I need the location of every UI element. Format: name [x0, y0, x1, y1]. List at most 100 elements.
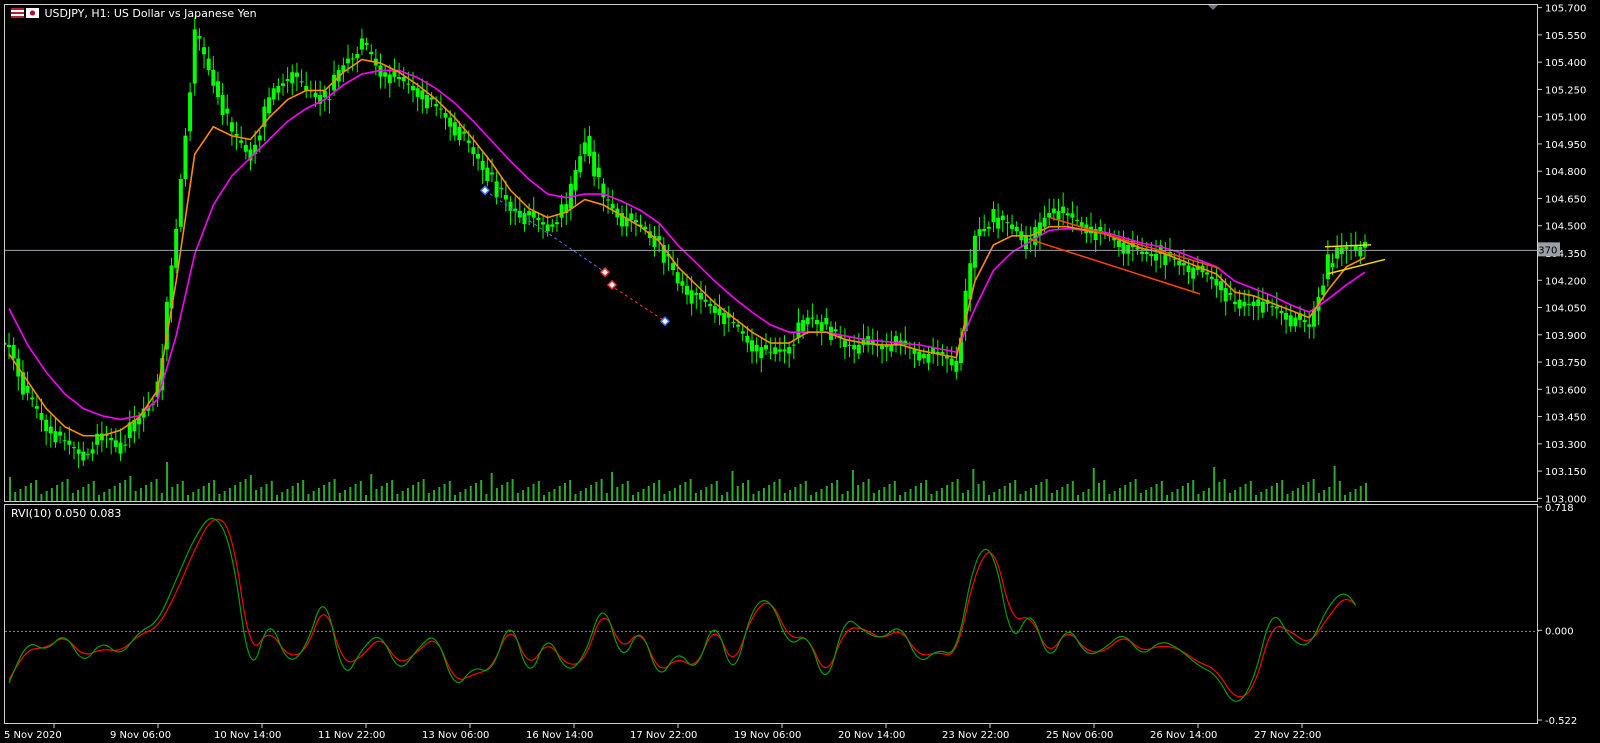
candle-body — [44, 419, 49, 432]
volume-bar — [956, 479, 959, 501]
candle-body — [833, 329, 838, 332]
volume-bar — [1040, 482, 1043, 501]
rvi-pane[interactable]: RVI(10) 0.050 0.083 — [4, 504, 1539, 725]
volume-bar — [150, 482, 153, 501]
volume-bar — [14, 492, 17, 501]
rvi-chart[interactable] — [5, 505, 1539, 725]
candle-body — [211, 69, 216, 86]
volume-bar — [689, 479, 692, 501]
volume-bar — [1029, 488, 1032, 501]
rvi-signal-line — [8, 518, 1357, 698]
candle-body — [689, 290, 694, 304]
volume-bar — [1312, 479, 1315, 501]
candle-body — [1293, 317, 1298, 327]
candle-body — [285, 79, 290, 81]
volume-bar — [448, 481, 451, 501]
candle-body — [1325, 254, 1330, 279]
candle-body — [573, 170, 578, 191]
volume-bar — [359, 481, 362, 501]
volume-bar — [574, 494, 577, 501]
candle-body — [489, 172, 494, 175]
candle-body — [703, 299, 708, 302]
volume-bar — [1113, 491, 1116, 501]
candle-body — [847, 344, 852, 346]
volume-bar — [611, 472, 614, 501]
candle-body — [90, 449, 95, 454]
volume-bar — [454, 495, 457, 501]
volume-bar — [333, 479, 336, 501]
volume-bar — [522, 490, 525, 501]
candle-body — [494, 181, 499, 197]
volume-bar — [1035, 485, 1038, 501]
candle-body — [996, 217, 1001, 229]
candle-body — [1279, 310, 1284, 314]
volume-bar — [668, 491, 671, 501]
candle-body — [787, 347, 792, 354]
candle-body — [1344, 247, 1349, 250]
candle-body — [1163, 254, 1168, 265]
candle-body — [1061, 206, 1066, 214]
volume-bar — [192, 492, 195, 501]
time-tick-label: 26 Nov 14:00 — [1150, 730, 1217, 741]
candle-body — [1177, 260, 1182, 266]
candle-body — [276, 85, 281, 93]
volume-bar — [1134, 479, 1137, 501]
candle-body — [1051, 208, 1056, 214]
candle-body — [698, 292, 703, 300]
volume-bar — [207, 483, 210, 501]
price-pane[interactable]: USDJPY, H1: US Dollar vs Japanese Yen — [4, 4, 1539, 503]
candle-body — [815, 319, 820, 325]
candle-body — [290, 72, 295, 84]
volume-bar — [825, 486, 828, 501]
price-tick-label: 103.150 — [1545, 467, 1586, 478]
volume-bar — [982, 481, 985, 501]
volume-bar — [176, 484, 179, 501]
candle-body — [192, 29, 197, 84]
volume-bar — [1354, 489, 1357, 501]
candle-body — [629, 213, 634, 220]
time-tick-label: 19 Nov 06:00 — [734, 730, 801, 741]
volume-bar — [899, 495, 902, 501]
volume-bar — [464, 489, 467, 501]
candle-body — [536, 217, 541, 220]
japan-flag-icon — [26, 8, 39, 18]
volume-bar — [401, 491, 404, 501]
volume-bar — [77, 490, 80, 501]
candle-body — [717, 308, 722, 316]
candle-body — [359, 38, 364, 50]
candle-body — [694, 292, 699, 295]
candle-body — [1256, 299, 1261, 307]
volume-bar — [1145, 490, 1148, 501]
candle-body — [722, 313, 727, 325]
candle-body — [178, 179, 183, 227]
candle-body — [206, 58, 211, 70]
volume-bar — [1344, 495, 1347, 501]
volume-bar — [281, 492, 284, 501]
volume-bar — [490, 473, 493, 501]
volume-bar — [385, 483, 388, 501]
candle-body — [5, 342, 7, 345]
candle-body — [220, 94, 225, 116]
volume-bar — [752, 494, 755, 501]
volume-bar — [1197, 494, 1200, 501]
candle-body — [545, 224, 550, 232]
volume-bar — [799, 484, 802, 501]
price-tick-label: 104.800 — [1545, 167, 1586, 178]
price-chart[interactable] — [5, 5, 1539, 503]
chart-window[interactable]: USDJPY, H1: US Dollar vs Japanese Yen RV… — [0, 0, 1600, 743]
volume-bar — [223, 491, 226, 501]
price-tick-label: 103.450 — [1545, 413, 1586, 424]
volume-bar — [951, 482, 954, 501]
candle-body — [977, 229, 982, 236]
trade-marker-icon — [606, 279, 618, 290]
price-tick-label: 105.700 — [1545, 4, 1586, 15]
trade-marker-icon — [479, 185, 491, 196]
candle-body — [39, 413, 44, 420]
trade-link-line — [609, 284, 666, 322]
volume-bar — [652, 483, 655, 501]
candle-body — [369, 51, 374, 55]
volume-bar — [1092, 468, 1095, 501]
candle-body — [972, 235, 977, 268]
volume-bar — [642, 489, 645, 501]
candle-body — [476, 154, 481, 159]
